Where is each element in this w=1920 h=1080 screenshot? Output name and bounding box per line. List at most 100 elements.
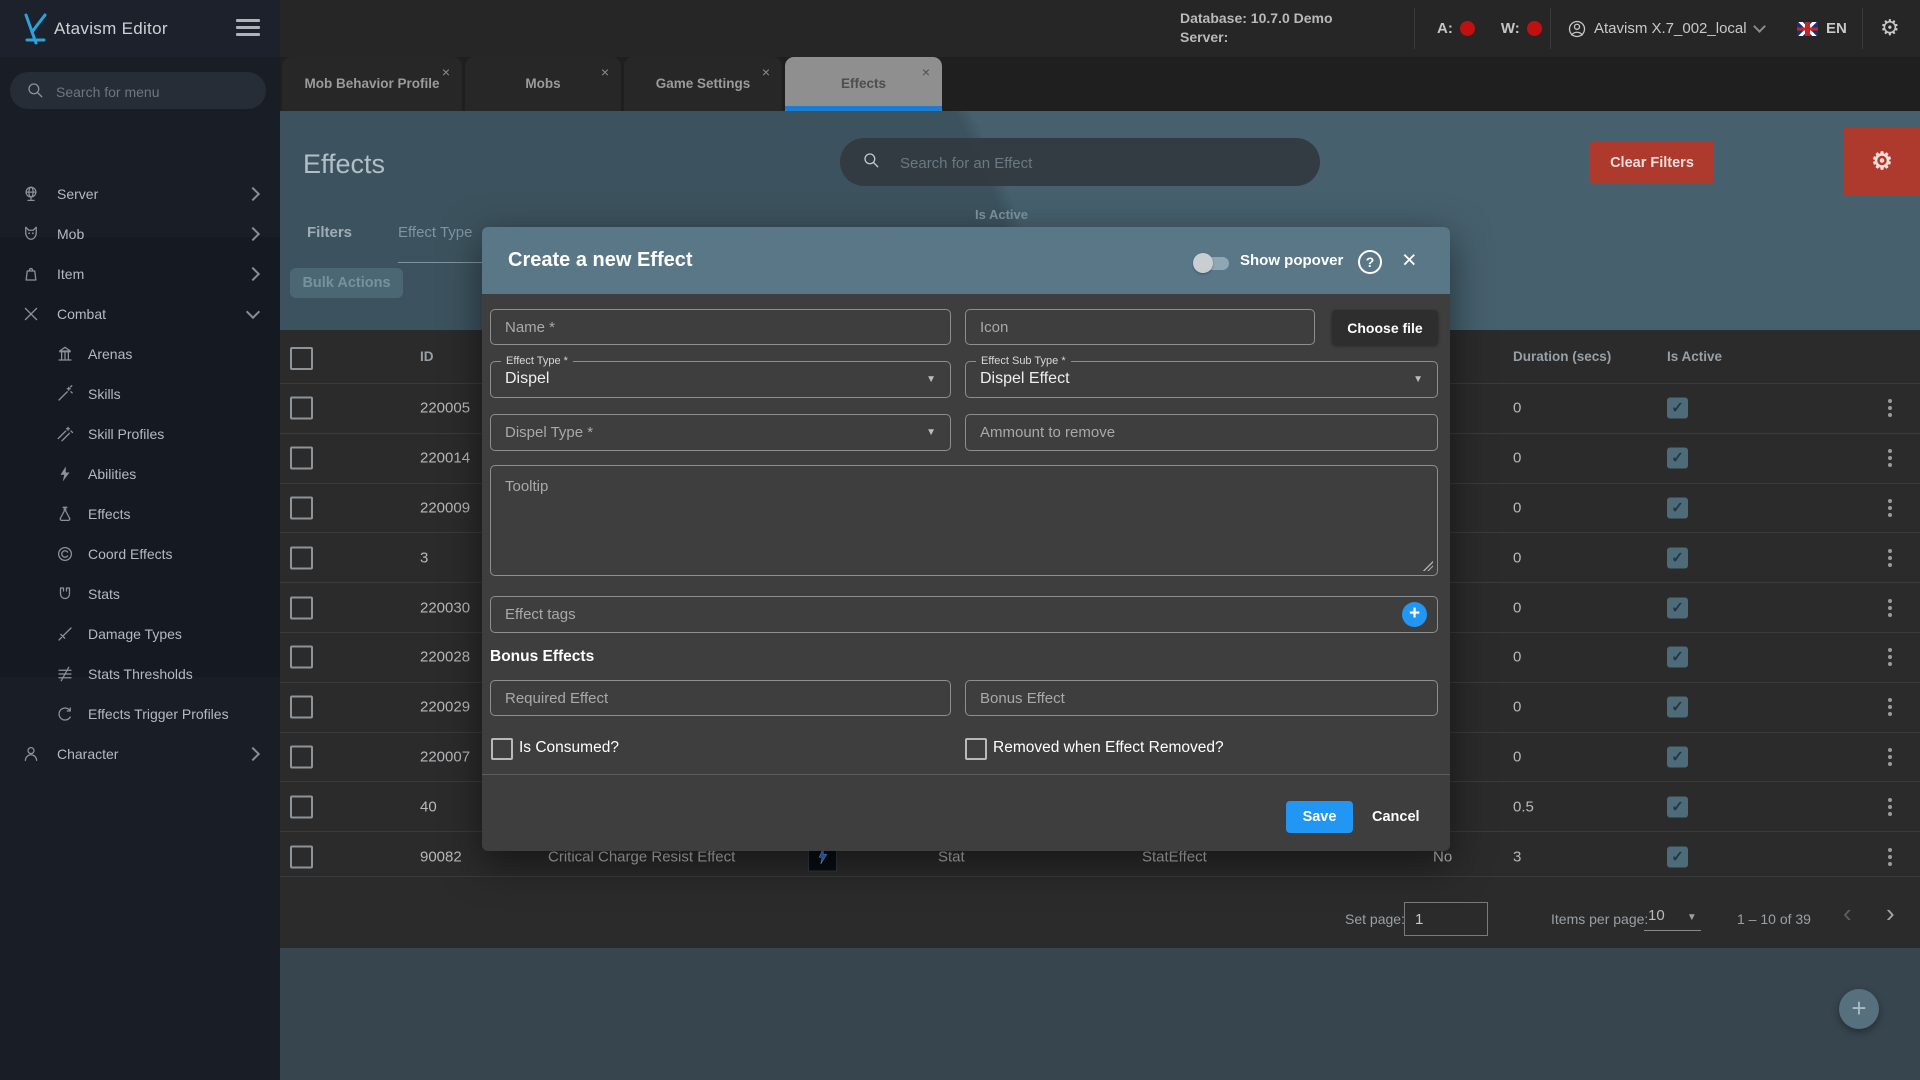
bonus-effect-field[interactable] — [965, 680, 1438, 716]
is-active-checkbox[interactable]: ✓ — [1667, 696, 1688, 718]
filter-settings-button[interactable]: ⚙ — [1844, 127, 1920, 196]
sidebar-item-combat[interactable]: Combat — [0, 294, 280, 334]
sidebar-item-arenas[interactable]: Arenas — [0, 334, 280, 374]
sidebar-item-server[interactable]: Server — [0, 174, 280, 214]
atavism-editor-app: Atavism Editor Database: 10.7.0 Demo Ser… — [0, 0, 1920, 1080]
textarea-resize-handle[interactable] — [1423, 561, 1433, 571]
effect-type-filter[interactable]: Effect Type — [398, 224, 473, 241]
account-menu[interactable]: Atavism X.7_002_local — [1568, 0, 1766, 57]
choose-file-button[interactable]: Choose file — [1332, 310, 1438, 345]
effect-type-select[interactable]: Effect Type * Dispel ▼ — [490, 355, 951, 398]
row-menu-kebab-icon[interactable] — [1888, 695, 1892, 719]
effect-sub-type-select[interactable]: Effect Sub Type * Dispel Effect ▼ — [965, 355, 1438, 398]
hamburger-menu-icon[interactable] — [236, 19, 262, 39]
language-selector[interactable]: EN — [1797, 0, 1847, 57]
set-page-input[interactable] — [1404, 902, 1488, 936]
cell-id: 220007 — [420, 748, 471, 766]
row-menu-kebab-icon[interactable] — [1888, 795, 1892, 819]
clear-filters-button[interactable]: Clear Filters — [1590, 141, 1714, 184]
is-active-checkbox[interactable]: ✓ — [1667, 497, 1688, 519]
is-consumed-checkbox[interactable] — [491, 738, 513, 760]
row-checkbox[interactable] — [290, 446, 313, 470]
effect-search-input[interactable] — [898, 138, 1302, 188]
is-active-checkbox[interactable]: ✓ — [1667, 746, 1688, 768]
sidebar-item-effects[interactable]: Effects — [0, 494, 280, 534]
sidebar-item-damage-types[interactable]: Damage Types — [0, 614, 280, 654]
row-checkbox[interactable] — [290, 645, 313, 669]
row-checkbox[interactable] — [290, 795, 313, 819]
tab-mobs[interactable]: Mobs × — [465, 57, 621, 111]
row-menu-kebab-icon[interactable] — [1888, 596, 1892, 620]
tab-effects[interactable]: Effects × — [785, 57, 942, 111]
is-active-checkbox[interactable]: ✓ — [1667, 447, 1688, 469]
sidebar-item-character[interactable]: Character — [0, 734, 280, 774]
add-tag-button[interactable]: + — [1402, 602, 1427, 627]
is-active-checkbox[interactable]: ✓ — [1667, 397, 1688, 419]
is-active-checkbox[interactable]: ✓ — [1667, 547, 1688, 569]
row-menu-kebab-icon[interactable] — [1888, 645, 1892, 669]
close-tab-icon[interactable]: × — [601, 65, 609, 79]
is-active-checkbox[interactable]: ✓ — [1667, 646, 1688, 668]
database-info: Database: 10.7.0 Demo Server: — [1180, 9, 1405, 47]
sidebar-item-stats[interactable]: Stats — [0, 574, 280, 614]
row-checkbox[interactable] — [290, 695, 313, 719]
row-checkbox[interactable] — [290, 845, 313, 869]
row-menu-kebab-icon[interactable] — [1888, 845, 1892, 869]
close-tab-icon[interactable]: × — [762, 65, 770, 79]
row-menu-kebab-icon[interactable] — [1888, 546, 1892, 570]
close-modal-icon[interactable]: × — [1402, 245, 1417, 275]
show-popover-toggle[interactable] — [1193, 253, 1231, 273]
row-checkbox[interactable] — [290, 546, 313, 570]
tab-mob-behavior-profile[interactable]: Mob Behavior Profile × — [282, 57, 462, 111]
is-active-checkbox[interactable]: ✓ — [1667, 796, 1688, 818]
row-menu-kebab-icon[interactable] — [1888, 745, 1892, 769]
is-active-checkbox[interactable]: ✓ — [1667, 597, 1688, 619]
items-per-page-select[interactable]: 10 ▼ — [1644, 907, 1701, 931]
icon-field[interactable] — [965, 309, 1315, 345]
previous-page-icon[interactable]: ‹ — [1843, 898, 1852, 929]
name-field[interactable] — [490, 309, 951, 345]
sidebar-search[interactable] — [10, 72, 266, 111]
select-all-checkbox[interactable] — [290, 347, 313, 370]
row-checkbox[interactable] — [290, 396, 313, 420]
sync-icon — [58, 707, 71, 721]
row-checkbox[interactable] — [290, 745, 313, 769]
coord-effects-icon — [57, 546, 73, 562]
row-checkbox[interactable] — [290, 596, 313, 620]
help-icon[interactable]: ? — [1358, 250, 1382, 274]
sidebar-item-item[interactable]: Item — [0, 254, 280, 294]
tooltip-field[interactable] — [490, 465, 1438, 576]
dropdown-arrow-icon: ▼ — [1686, 912, 1697, 923]
save-button[interactable]: Save — [1286, 801, 1353, 833]
person-icon — [24, 746, 38, 762]
row-menu-kebab-icon[interactable] — [1888, 446, 1892, 470]
sidebar-item-coord-effects[interactable]: Coord Effects — [0, 534, 280, 574]
next-page-icon[interactable]: › — [1886, 898, 1895, 929]
tab-game-settings[interactable]: Game Settings × — [624, 57, 782, 111]
close-tab-icon[interactable]: × — [442, 65, 450, 79]
sidebar-search-input[interactable] — [54, 72, 258, 111]
add-effect-fab[interactable]: + — [1839, 989, 1879, 1029]
cancel-button[interactable]: Cancel — [1366, 801, 1426, 833]
removed-when-effect-removed-checkbox[interactable] — [965, 738, 987, 760]
sidebar-item-stats-thresholds[interactable]: Stats Thresholds — [0, 654, 280, 694]
sidebar-item-abilities[interactable]: Abilities — [0, 454, 280, 494]
sidebar-item-mob[interactable]: Mob — [0, 214, 280, 254]
amount-to-remove-field[interactable] — [965, 414, 1438, 451]
is-active-checkbox[interactable]: ✓ — [1667, 846, 1688, 868]
dispel-type-select[interactable]: Dispel Type * ▼ — [490, 414, 951, 451]
settings-gear-icon[interactable]: ⚙ — [1880, 15, 1900, 41]
required-effect-field[interactable] — [490, 680, 951, 716]
sidebar-item-skills[interactable]: Skills — [0, 374, 280, 414]
row-menu-kebab-icon[interactable] — [1888, 396, 1892, 420]
close-tab-icon[interactable]: × — [922, 65, 930, 79]
effect-tags-field[interactable] — [490, 596, 1438, 633]
sidebar-item-effects-trigger-profiles[interactable]: Effects Trigger Profiles — [0, 694, 280, 734]
effect-search[interactable] — [840, 138, 1320, 188]
row-menu-kebab-icon[interactable] — [1888, 496, 1892, 520]
row-checkbox[interactable] — [290, 496, 313, 520]
bulk-actions-button[interactable]: Bulk Actions — [290, 268, 403, 298]
lightning-bolt-icon — [60, 466, 70, 482]
chevron-right-icon — [245, 746, 261, 762]
sidebar-item-skill-profiles[interactable]: Skill Profiles — [0, 414, 280, 454]
